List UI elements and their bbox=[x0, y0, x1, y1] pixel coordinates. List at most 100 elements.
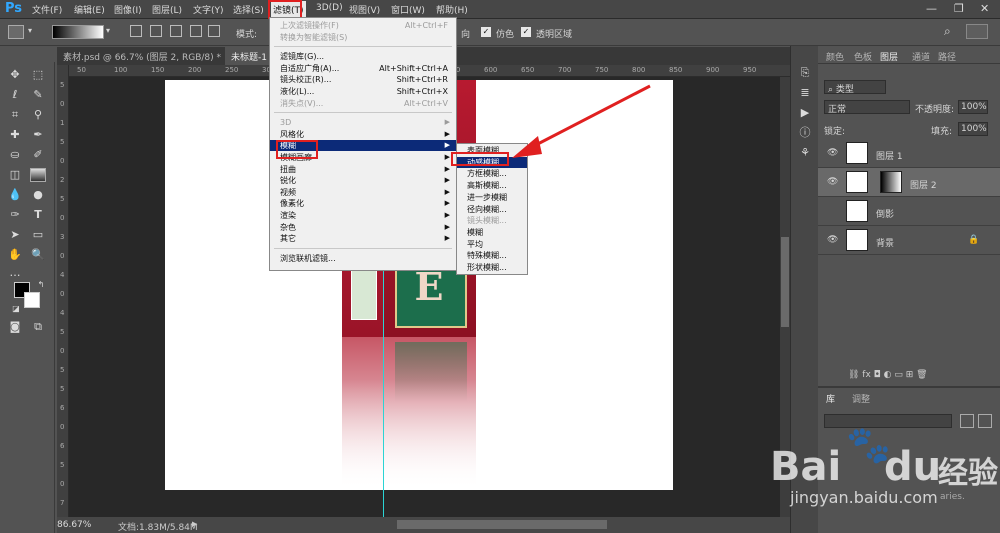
filter-menu-item[interactable]: 转换为智能滤镜(S) bbox=[270, 32, 456, 43]
vertical-scroll-thumb[interactable] bbox=[781, 237, 789, 327]
zoom-level[interactable]: 86.67% bbox=[57, 520, 91, 530]
filter-menu-item[interactable]: 其它 ▶ bbox=[270, 233, 456, 244]
radial-gradient-icon[interactable] bbox=[150, 25, 162, 37]
blur-submenu-item[interactable]: 形状模糊... bbox=[457, 262, 527, 273]
lasso-tool-icon[interactable]: ℓ bbox=[7, 88, 23, 102]
filter-menu-item[interactable]: 液化(L)... Shift+Ctrl+X bbox=[270, 86, 456, 97]
blur-tool-icon[interactable]: 💧 bbox=[7, 188, 23, 202]
menu-window[interactable]: 窗口(W) bbox=[391, 3, 425, 16]
filter-menu-item[interactable]: 视频 ▶ bbox=[270, 187, 456, 198]
gradient-tool-icon[interactable] bbox=[8, 25, 24, 39]
chevron-down-icon[interactable]: ▾ bbox=[28, 26, 32, 35]
more-tools-icon[interactable]: … bbox=[7, 266, 23, 280]
new-layer-icon[interactable]: ⊞ bbox=[906, 370, 916, 380]
menu-layer[interactable]: 图层(L) bbox=[152, 3, 182, 16]
marquee-tool-icon[interactable]: ⬚ bbox=[30, 68, 46, 82]
hand-tool-icon[interactable]: ✋ bbox=[7, 248, 23, 262]
blur-submenu-item[interactable]: 方框模糊... bbox=[457, 168, 527, 179]
filter-menu-item[interactable]: 扭曲 ▶ bbox=[270, 164, 456, 175]
tab-paths[interactable]: 路径 bbox=[938, 50, 956, 63]
search-icon[interactable]: ⌕ bbox=[944, 24, 951, 39]
eraser-tool-icon[interactable]: ◫ bbox=[7, 168, 23, 182]
linear-gradient-icon[interactable] bbox=[130, 25, 142, 37]
restore-icon[interactable]: ❐ bbox=[954, 2, 964, 15]
zoom-tool-icon[interactable]: 🔍 bbox=[30, 248, 46, 262]
gradient-preview[interactable] bbox=[52, 25, 104, 39]
diamond-gradient-icon[interactable] bbox=[208, 25, 220, 37]
filter-menu-item[interactable]: 锐化 ▶ bbox=[270, 175, 456, 186]
angle-gradient-icon[interactable] bbox=[170, 25, 182, 37]
menu-view[interactable]: 视图(V) bbox=[349, 3, 380, 16]
tab-layers[interactable]: 图层 bbox=[880, 50, 899, 63]
group-icon[interactable]: ▭ bbox=[894, 370, 905, 380]
close-icon[interactable]: ✕ bbox=[980, 2, 989, 15]
tab-document-sucai[interactable]: 素材.psd @ 66.7% (图层 2, RGB/8) * × bbox=[57, 47, 235, 65]
dodge-tool-icon[interactable]: ● bbox=[30, 188, 46, 202]
filter-menu-item[interactable]: 消失点(V)... Alt+Ctrl+V bbox=[270, 98, 456, 109]
reflected-gradient-icon[interactable] bbox=[190, 25, 202, 37]
eyedropper-tool-icon[interactable]: ⚲ bbox=[30, 108, 46, 122]
blur-submenu-item[interactable]: 进一步模糊 bbox=[457, 192, 527, 203]
filter-menu-item[interactable]: 上次滤镜操作(F) Alt+Ctrl+F bbox=[270, 20, 456, 31]
filter-menu-item[interactable]: 浏览联机滤镜... bbox=[270, 253, 456, 264]
fx-icon[interactable]: fx bbox=[862, 370, 873, 380]
history-panel-icon[interactable]: ⎘ bbox=[797, 66, 813, 80]
clone-stamp-icon[interactable]: ⛀ bbox=[7, 148, 23, 162]
info-panel-icon[interactable]: ⓘ bbox=[797, 126, 813, 140]
dither-checkbox[interactable]: ✓ bbox=[481, 27, 491, 37]
grid-view-icon[interactable] bbox=[960, 414, 974, 428]
actions-panel-icon[interactable]: ▶ bbox=[797, 106, 813, 120]
visibility-eye-icon[interactable]: 👁 bbox=[827, 148, 838, 158]
layer-row[interactable]: 倒影 bbox=[818, 197, 1000, 226]
blur-submenu-item[interactable]: 径向模糊... bbox=[457, 204, 527, 215]
type-tool-icon[interactable]: T bbox=[30, 208, 46, 222]
layer-row-selected[interactable]: 👁 图层 2 bbox=[818, 168, 1000, 197]
crop-tool-icon[interactable]: ⌗ bbox=[7, 108, 23, 122]
tab-channels[interactable]: 通道 bbox=[912, 50, 930, 63]
tab-color[interactable]: 颜色 bbox=[826, 50, 844, 63]
menu-select[interactable]: 选择(S) bbox=[233, 3, 264, 16]
list-view-icon[interactable] bbox=[978, 414, 992, 428]
pen-tool-icon[interactable]: ✑ bbox=[7, 208, 23, 222]
brush-panel-icon[interactable]: ⚘ bbox=[797, 146, 813, 160]
blend-mode-select[interactable]: 正常 bbox=[824, 100, 910, 115]
filter-menu-item[interactable]: 渲染 ▶ bbox=[270, 210, 456, 221]
screen-mode-icon[interactable]: ⧉ bbox=[30, 320, 46, 334]
menu-help[interactable]: 帮助(H) bbox=[436, 3, 468, 16]
mask-icon[interactable]: ◘ bbox=[874, 370, 884, 380]
menu-edit[interactable]: 编辑(E) bbox=[74, 3, 105, 16]
blur-submenu-item[interactable]: 平均 bbox=[457, 239, 527, 250]
link-icon[interactable]: ⛓ bbox=[848, 370, 862, 380]
blur-submenu-item[interactable]: 模糊 bbox=[457, 227, 527, 238]
quick-mask-icon[interactable]: ◙ bbox=[7, 320, 23, 334]
transparency-checkbox[interactable]: ✓ bbox=[521, 27, 531, 37]
layer-row[interactable]: 👁 背景 🔒 bbox=[818, 226, 1000, 255]
menu-file[interactable]: 文件(F) bbox=[32, 3, 62, 16]
gradient-tool-icon[interactable] bbox=[30, 168, 46, 182]
rectangle-tool-icon[interactable]: ▭ bbox=[30, 228, 46, 242]
swap-colors-icon[interactable]: ↰ bbox=[33, 278, 49, 292]
background-color[interactable] bbox=[24, 292, 40, 308]
filter-menu-item[interactable]: 3D ▶ bbox=[270, 117, 456, 128]
brush-tool-icon[interactable]: ✒ bbox=[30, 128, 46, 142]
fill-input[interactable]: 100% bbox=[958, 122, 988, 136]
filter-menu-item[interactable]: 像素化 ▶ bbox=[270, 198, 456, 209]
blur-submenu-item[interactable]: 镜头模糊... bbox=[457, 215, 527, 226]
menu-type[interactable]: 文字(Y) bbox=[193, 3, 224, 16]
visibility-eye-icon[interactable]: 👁 bbox=[827, 235, 838, 245]
gradient-dropdown-icon[interactable]: ▾ bbox=[106, 26, 110, 35]
vertical-scrollbar[interactable] bbox=[780, 77, 790, 517]
status-arrow-icon[interactable]: ▶ bbox=[192, 520, 197, 528]
move-tool-icon[interactable]: ✥ bbox=[7, 68, 23, 82]
filter-menu-item[interactable]: 自适应广角(A)... Alt+Shift+Ctrl+A bbox=[270, 63, 456, 74]
minimize-icon[interactable]: — bbox=[926, 2, 937, 15]
healing-brush-icon[interactable]: ✚ bbox=[7, 128, 23, 142]
filter-menu-item[interactable]: 镜头校正(R)... Shift+Ctrl+R bbox=[270, 74, 456, 85]
filter-menu-item[interactable]: 滤镜库(G)... bbox=[270, 51, 456, 62]
layer-filter-select[interactable]: ⌕ 类型 bbox=[824, 80, 886, 95]
trash-icon[interactable]: 🗑 bbox=[916, 370, 927, 380]
workspace-switcher[interactable] bbox=[966, 24, 988, 39]
tab-swatches[interactable]: 色板 bbox=[854, 50, 872, 63]
properties-panel-icon[interactable]: ≣ bbox=[797, 86, 813, 100]
history-brush-icon[interactable]: ✐ bbox=[30, 148, 46, 162]
